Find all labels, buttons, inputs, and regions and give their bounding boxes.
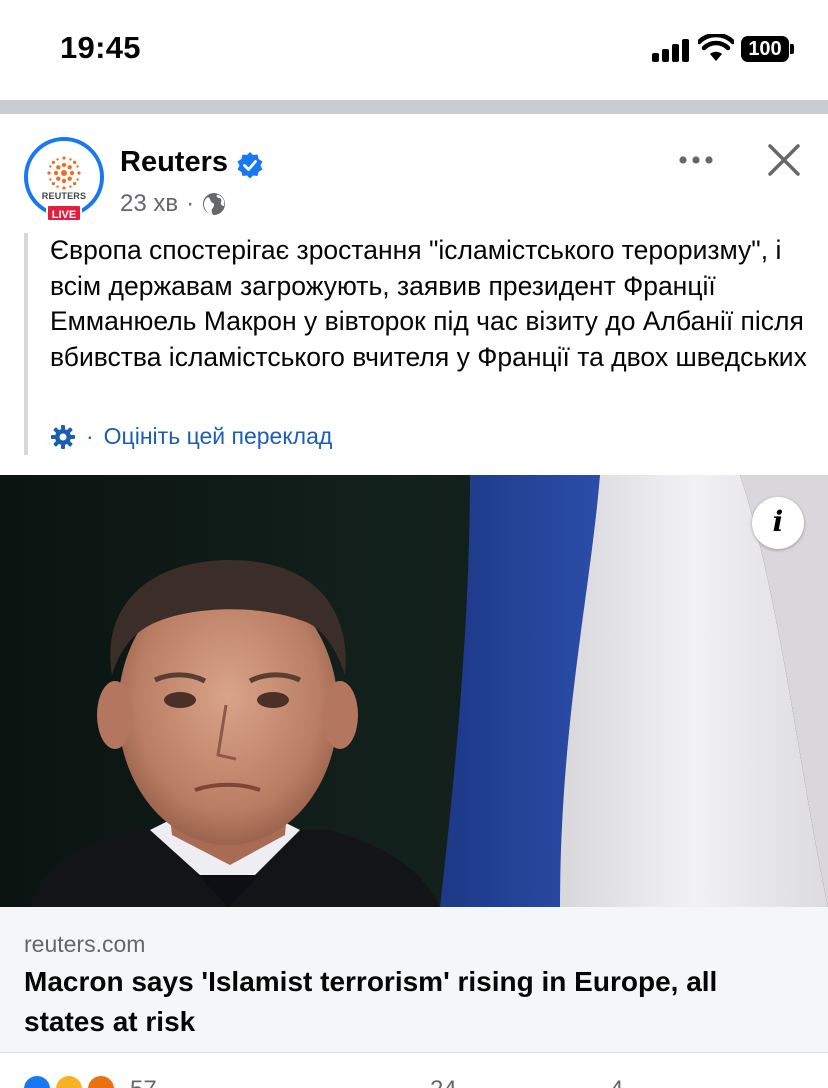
info-icon: i (772, 505, 784, 538)
shares-count[interactable]: 4 (610, 1076, 623, 1088)
battery-tip (790, 44, 794, 54)
reuters-logo-icon (47, 156, 81, 190)
link-preview-caption[interactable]: reuters.com Macron says 'Islamist terror… (0, 907, 828, 1053)
page-name[interactable]: Reuters (120, 146, 228, 179)
meta-separator: · (186, 190, 195, 217)
translate-separator: · (86, 423, 94, 449)
rate-translation-link[interactable]: Оцініть цей переклад (104, 423, 333, 450)
post-text: Європа спостерігає зростання "ісламістсь… (50, 235, 807, 372)
avatar-logo-container: REUTERS (34, 147, 94, 207)
link-preview-image[interactable] (0, 475, 828, 907)
post-meta: 23 хв · (120, 190, 226, 218)
info-button[interactable]: i (752, 497, 804, 549)
globe-icon (203, 193, 226, 215)
gear-icon[interactable] (50, 424, 76, 450)
status-bar: 19:45 100 (0, 0, 828, 100)
post-time[interactable]: 23 хв (120, 190, 178, 218)
post-text-block: Європа спостерігає зростання "ісламістсь… (24, 233, 814, 455)
status-time: 19:45 (60, 30, 141, 65)
close-icon[interactable] (764, 140, 804, 180)
avatar-text: REUTERS (41, 191, 87, 201)
battery-icon: 100 (741, 36, 789, 62)
angry-reaction-icon (86, 1074, 116, 1088)
feed-divider (0, 100, 828, 114)
live-badge: LIVE (46, 204, 82, 222)
link-title[interactable]: Macron says 'Islamist terrorism' rising … (24, 962, 784, 1042)
verified-badge-icon (237, 152, 263, 179)
haha-reaction-icon (54, 1074, 84, 1088)
like-reaction-icon (22, 1074, 52, 1088)
comments-count[interactable]: 24 (430, 1076, 457, 1088)
signal-icon (652, 38, 692, 62)
link-domain: reuters.com (24, 931, 146, 957)
reaction-count[interactable]: 57 (130, 1076, 157, 1088)
wifi-icon (698, 34, 734, 61)
macron-photo (0, 475, 828, 907)
translation-rating: · Оцініть цей переклад (50, 423, 332, 450)
more-options-icon[interactable] (676, 145, 716, 175)
reactions-row[interactable]: 57 24 4 (22, 1074, 822, 1088)
